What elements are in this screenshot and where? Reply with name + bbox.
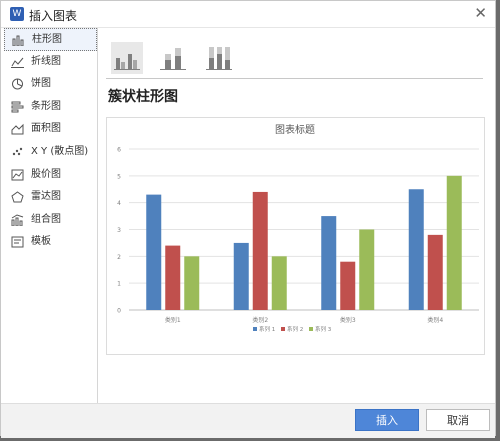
bar: [233, 242, 249, 310]
stock-chart-icon: [11, 169, 24, 181]
y-tick-label: 2: [117, 254, 121, 261]
sidebar-item-label: 饼图: [31, 78, 51, 90]
bar: [321, 216, 337, 310]
template-icon: [11, 236, 24, 248]
chart-type-sidebar: 柱形图 折线图 饼图 条形图 面积图 X Y (散点图) 股价图 雷达图 组合图…: [4, 28, 98, 403]
category-label: 类别2: [252, 316, 268, 324]
y-tick-label: 6: [117, 147, 121, 154]
bar: [184, 256, 200, 310]
category-label: 类别3: [340, 316, 356, 324]
clustered-column-icon: [114, 54, 140, 70]
insert-chart-dialog: W 插入图表 ✕ 柱形图 折线图 饼图 条形图 面积图 X Y (散点图) 股价…: [0, 0, 496, 438]
bar: [340, 261, 356, 310]
chart-svg: 图表标题 0 1 2 3 4 5 6 类别1 类别2 类别3 类别4 系列 1 系列 2 系列 3: [117, 123, 479, 333]
sidebar-item-label: 组合图: [31, 213, 61, 225]
category-label: 类别1: [165, 316, 181, 324]
sidebar-item-stock[interactable]: 股价图: [4, 164, 97, 187]
subtype-clustered-column[interactable]: [111, 42, 143, 74]
y-tick-label: 4: [117, 200, 121, 207]
line-chart-icon: [11, 57, 24, 68]
bar: [252, 191, 268, 310]
legend-swatch: [281, 327, 285, 331]
y-tick-label: 1: [117, 281, 121, 288]
percent-stacked-column-icon: [206, 47, 232, 70]
legend-label: 系列 1: [259, 325, 275, 333]
bar: [165, 245, 181, 310]
sidebar-item-label: 面积图: [31, 123, 61, 135]
wps-app-icon: W: [10, 7, 24, 21]
legend-swatch: [309, 327, 313, 331]
bar: [446, 175, 462, 310]
scatter-chart-icon: [12, 147, 23, 156]
dialog-title: 插入图表: [29, 9, 78, 23]
sidebar-item-label: 股价图: [31, 168, 61, 180]
chart-preview: 图表标题 0 1 2 3 4 5 6 类别1 类别2 类别3 类别4 系列 1 系列 2 系列 3: [106, 117, 485, 355]
category-label: 类别4: [427, 316, 443, 324]
sidebar-item-label: 条形图: [31, 100, 61, 112]
sidebar-item-template[interactable]: 模板: [4, 231, 97, 254]
sidebar-item-label: 模板: [31, 236, 51, 248]
subtype-percent-stacked-column[interactable]: [203, 42, 235, 74]
sidebar-item-label: 雷达图: [31, 191, 61, 203]
sidebar-item-radar[interactable]: 雷达图: [4, 186, 97, 209]
subtype-title: 簇状柱形图: [108, 89, 178, 105]
subtype-stacked-column[interactable]: [157, 42, 189, 74]
bar: [271, 256, 287, 310]
chart-content-panel: 簇状柱形图 图表标题 0 1 2 3 4 5 6 类别1 类别2 类别3 类别4 系列 1 系列 2 系…: [98, 28, 489, 403]
dialog-footer: 插入 取消: [1, 403, 495, 438]
sidebar-item-combo[interactable]: 组合图: [4, 209, 97, 232]
bar-chart-icon: [11, 101, 24, 113]
legend-label: 系列 2: [287, 325, 303, 333]
sidebar-item-area[interactable]: 面积图: [4, 118, 97, 141]
sidebar-item-label: 柱形图: [32, 34, 62, 45]
y-tick-label: 5: [117, 173, 121, 180]
divider: [106, 78, 483, 79]
y-tick-label: 0: [117, 308, 121, 315]
sidebar-item-label: X Y (散点图): [31, 145, 89, 157]
sidebar-item-pie[interactable]: 饼图: [4, 73, 97, 96]
sidebar-item-label: 折线图: [31, 55, 61, 67]
sidebar-item-scatter[interactable]: X Y (散点图): [4, 141, 97, 164]
combo-chart-icon: [11, 214, 24, 226]
legend-swatch: [253, 327, 257, 331]
bar: [427, 234, 443, 310]
legend-label: 系列 3: [315, 325, 332, 333]
area-chart-icon: [11, 124, 24, 135]
title-bar: W 插入图表 ✕: [1, 1, 495, 28]
y-tick-label: 3: [117, 227, 121, 234]
sidebar-item-line[interactable]: 折线图: [4, 51, 97, 74]
bar: [146, 194, 162, 310]
sidebar-item-bar[interactable]: 条形图: [4, 96, 97, 119]
pie-chart-icon: [12, 78, 23, 90]
insert-button[interactable]: 插入: [355, 409, 419, 431]
column-chart-icon: [12, 35, 24, 46]
radar-chart-icon: [11, 191, 24, 203]
sidebar-item-column[interactable]: 柱形图: [4, 28, 97, 51]
cancel-button[interactable]: 取消: [426, 409, 490, 431]
stacked-column-icon: [160, 48, 186, 70]
bar: [408, 189, 424, 310]
chart-title: 图表标题: [275, 123, 315, 136]
close-icon[interactable]: ✕: [474, 4, 487, 22]
bar: [359, 229, 375, 310]
